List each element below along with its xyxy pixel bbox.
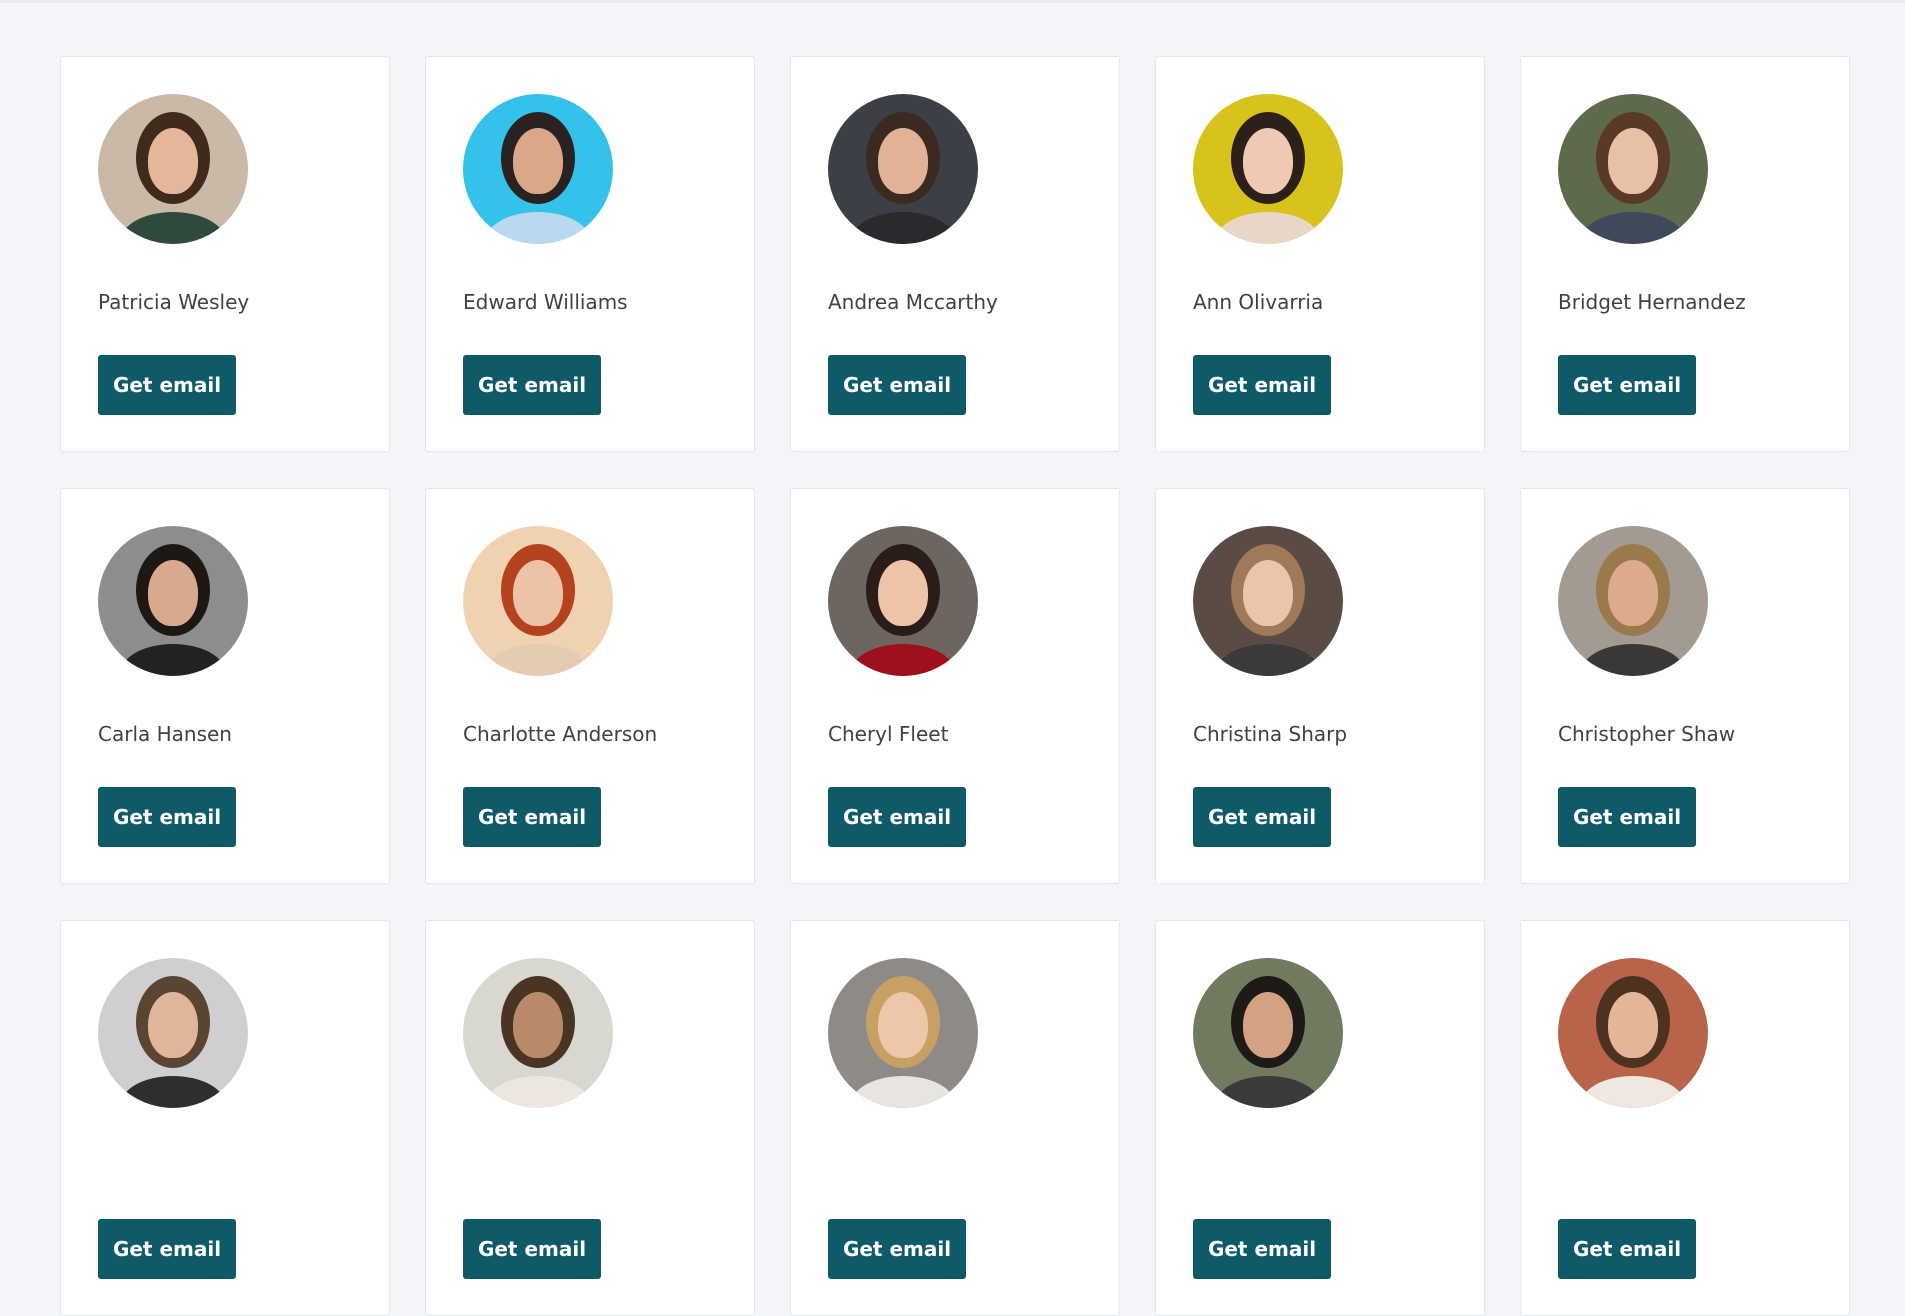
avatar (463, 958, 613, 1108)
profile-name: Bridget Hernandez (1558, 290, 1746, 314)
profile-card: Get email (60, 920, 390, 1316)
get-email-button[interactable]: Get email (1193, 355, 1331, 415)
avatar-shoulders (485, 1076, 591, 1108)
avatar-shoulders (1215, 212, 1321, 244)
avatar-face (1608, 992, 1658, 1058)
profile-card: Andrea Mccarthy Get email (790, 56, 1120, 452)
avatar (98, 94, 248, 244)
avatar (98, 526, 248, 676)
get-email-button[interactable]: Get email (1193, 787, 1331, 847)
avatar (1558, 958, 1708, 1108)
avatar-face (513, 128, 563, 194)
avatar-face (878, 128, 928, 194)
avatar-face (878, 992, 928, 1058)
avatar (1193, 94, 1343, 244)
avatar-shoulders (850, 212, 956, 244)
profile-card: Ann Olivarria Get email (1155, 56, 1485, 452)
avatar-shoulders (120, 644, 226, 676)
avatar-shoulders (1580, 212, 1686, 244)
profile-card: Get email (790, 920, 1120, 1316)
avatar-face (1608, 560, 1658, 626)
avatar (1558, 94, 1708, 244)
profile-name: Christina Sharp (1193, 722, 1348, 746)
avatar (1193, 958, 1343, 1108)
profile-name: Carla Hansen (98, 722, 232, 746)
top-divider (0, 0, 1905, 3)
get-email-button[interactable]: Get email (1558, 1219, 1696, 1279)
avatar-face (1243, 992, 1293, 1058)
avatar-shoulders (1580, 1076, 1686, 1108)
avatar-face (878, 560, 928, 626)
avatar (463, 526, 613, 676)
avatar (1193, 526, 1343, 676)
get-email-button[interactable]: Get email (828, 1219, 966, 1279)
avatar (98, 958, 248, 1108)
profile-name: Charlotte Anderson (463, 722, 658, 746)
avatar-shoulders (120, 212, 226, 244)
profile-name: Ann Olivarria (1193, 290, 1324, 314)
profile-name: Andrea Mccarthy (828, 290, 998, 314)
avatar-shoulders (485, 212, 591, 244)
avatar-face (513, 560, 563, 626)
get-email-button[interactable]: Get email (98, 355, 236, 415)
get-email-button[interactable]: Get email (98, 1219, 236, 1279)
avatar-face (513, 992, 563, 1058)
avatar-face (148, 992, 198, 1058)
profile-card: Bridget Hernandez Get email (1520, 56, 1850, 452)
avatar-face (148, 560, 198, 626)
get-email-button[interactable]: Get email (1558, 355, 1696, 415)
profile-card: Patricia Wesley Get email (60, 56, 390, 452)
profile-card: Cheryl Fleet Get email (790, 488, 1120, 884)
get-email-button[interactable]: Get email (1193, 1219, 1331, 1279)
profile-grid: Patricia Wesley Get email Edward Williams G… (60, 56, 1850, 1316)
profile-card: Get email (1155, 920, 1485, 1316)
avatar-face (1243, 128, 1293, 194)
avatar (828, 526, 978, 676)
profile-card: Charlotte Anderson Get email (425, 488, 755, 884)
get-email-button[interactable]: Get email (463, 1219, 601, 1279)
get-email-button[interactable]: Get email (1558, 787, 1696, 847)
get-email-button[interactable]: Get email (463, 787, 601, 847)
avatar-shoulders (850, 644, 956, 676)
avatar-shoulders (1215, 644, 1321, 676)
avatar-shoulders (120, 1076, 226, 1108)
avatar-face (148, 128, 198, 194)
profile-card: Christina Sharp Get email (1155, 488, 1485, 884)
avatar-face (1243, 560, 1293, 626)
avatar-shoulders (485, 644, 591, 676)
profile-card: Get email (425, 920, 755, 1316)
avatar (463, 94, 613, 244)
profile-card: Edward Williams Get email (425, 56, 755, 452)
profile-card: Get email (1520, 920, 1850, 1316)
get-email-button[interactable]: Get email (828, 787, 966, 847)
get-email-button[interactable]: Get email (828, 355, 966, 415)
profile-card: Carla Hansen Get email (60, 488, 390, 884)
profile-card: Christopher Shaw Get email (1520, 488, 1850, 884)
avatar-shoulders (1215, 1076, 1321, 1108)
avatar (828, 94, 978, 244)
profile-name: Cheryl Fleet (828, 722, 949, 746)
get-email-button[interactable]: Get email (98, 787, 236, 847)
avatar-shoulders (1580, 644, 1686, 676)
profile-name: Christopher Shaw (1558, 722, 1736, 746)
avatar (1558, 526, 1708, 676)
avatar (828, 958, 978, 1108)
avatar-shoulders (850, 1076, 956, 1108)
profile-name: Edward Williams (463, 290, 628, 314)
avatar-face (1608, 128, 1658, 194)
profile-name: Patricia Wesley (98, 290, 250, 314)
get-email-button[interactable]: Get email (463, 355, 601, 415)
